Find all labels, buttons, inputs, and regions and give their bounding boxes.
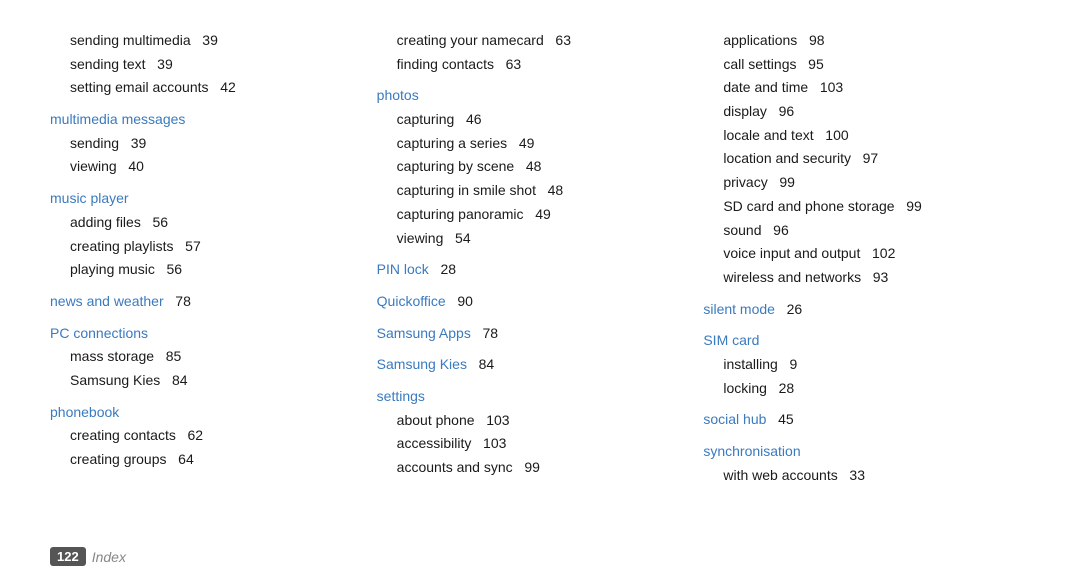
list-item: call settings 95 [703, 54, 1010, 76]
list-item: capturing panoramic 49 [377, 204, 684, 226]
index-header-photos: photos [377, 85, 684, 107]
index-header-samsung-kies: Samsung Kies 84 [377, 354, 684, 376]
index-header-silent-mode: silent mode 26 [703, 299, 1010, 321]
column-3: applications 98 call settings 95 date an… [703, 30, 1030, 488]
index-header-sim-card: SIM card [703, 330, 1010, 352]
list-item: capturing in smile shot 48 [377, 180, 684, 202]
list-item: SD card and phone storage 99 [703, 196, 1010, 218]
list-item: Samsung Kies 84 [50, 370, 357, 392]
list-item: applications 98 [703, 30, 1010, 52]
index-header-pin-lock: PIN lock 28 [377, 259, 684, 281]
list-item: creating playlists 57 [50, 236, 357, 258]
list-item: wireless and networks 93 [703, 267, 1010, 289]
column-1: sending multimedia 39 sending text 39 se… [50, 30, 377, 488]
list-item: creating contacts 62 [50, 425, 357, 447]
index-header-news-and-weather: news and weather 78 [50, 291, 357, 313]
list-item: sound 96 [703, 220, 1010, 242]
list-item: accessibility 103 [377, 433, 684, 455]
list-item: sending text 39 [50, 54, 357, 76]
list-item: capturing by scene 48 [377, 156, 684, 178]
list-item: viewing 54 [377, 228, 684, 250]
list-item: mass storage 85 [50, 346, 357, 368]
list-item: locking 28 [703, 378, 1010, 400]
list-item: with web accounts 33 [703, 465, 1010, 487]
list-item: creating groups 64 [50, 449, 357, 471]
list-item: accounts and sync 99 [377, 457, 684, 479]
list-item: date and time 103 [703, 77, 1010, 99]
page-footer: 122 Index [50, 547, 126, 566]
index-header-multimedia-messages: multimedia messages [50, 109, 357, 131]
index-header-music-player: music player [50, 188, 357, 210]
list-item: sending 39 [50, 133, 357, 155]
list-item: voice input and output 102 [703, 243, 1010, 265]
list-item: capturing a series 49 [377, 133, 684, 155]
list-item: playing music 56 [50, 259, 357, 281]
list-item: sending multimedia 39 [50, 30, 357, 52]
index-header-synchronisation: synchronisation [703, 441, 1010, 463]
index-header-samsung-apps: Samsung Apps 78 [377, 323, 684, 345]
page-number: 122 [50, 547, 86, 566]
index-header-social-hub: social hub 45 [703, 409, 1010, 431]
index-header-quickoffice: Quickoffice 90 [377, 291, 684, 313]
index-columns: sending multimedia 39 sending text 39 se… [50, 30, 1030, 488]
list-item: display 96 [703, 101, 1010, 123]
list-item: creating your namecard 63 [377, 30, 684, 52]
list-item: finding contacts 63 [377, 54, 684, 76]
list-item: adding files 56 [50, 212, 357, 234]
column-2: creating your namecard 63 finding contac… [377, 30, 704, 488]
list-item: viewing 40 [50, 156, 357, 178]
list-item: setting email accounts 42 [50, 77, 357, 99]
page: sending multimedia 39 sending text 39 se… [0, 0, 1080, 586]
list-item: installing 9 [703, 354, 1010, 376]
footer-index-label: Index [92, 549, 126, 565]
index-header-settings: settings [377, 386, 684, 408]
list-item: privacy 99 [703, 172, 1010, 194]
index-header-phonebook: phonebook [50, 402, 357, 424]
list-item: capturing 46 [377, 109, 684, 131]
list-item: about phone 103 [377, 410, 684, 432]
list-item: locale and text 100 [703, 125, 1010, 147]
list-item: location and security 97 [703, 148, 1010, 170]
index-header-pc-connections: PC connections [50, 323, 357, 345]
